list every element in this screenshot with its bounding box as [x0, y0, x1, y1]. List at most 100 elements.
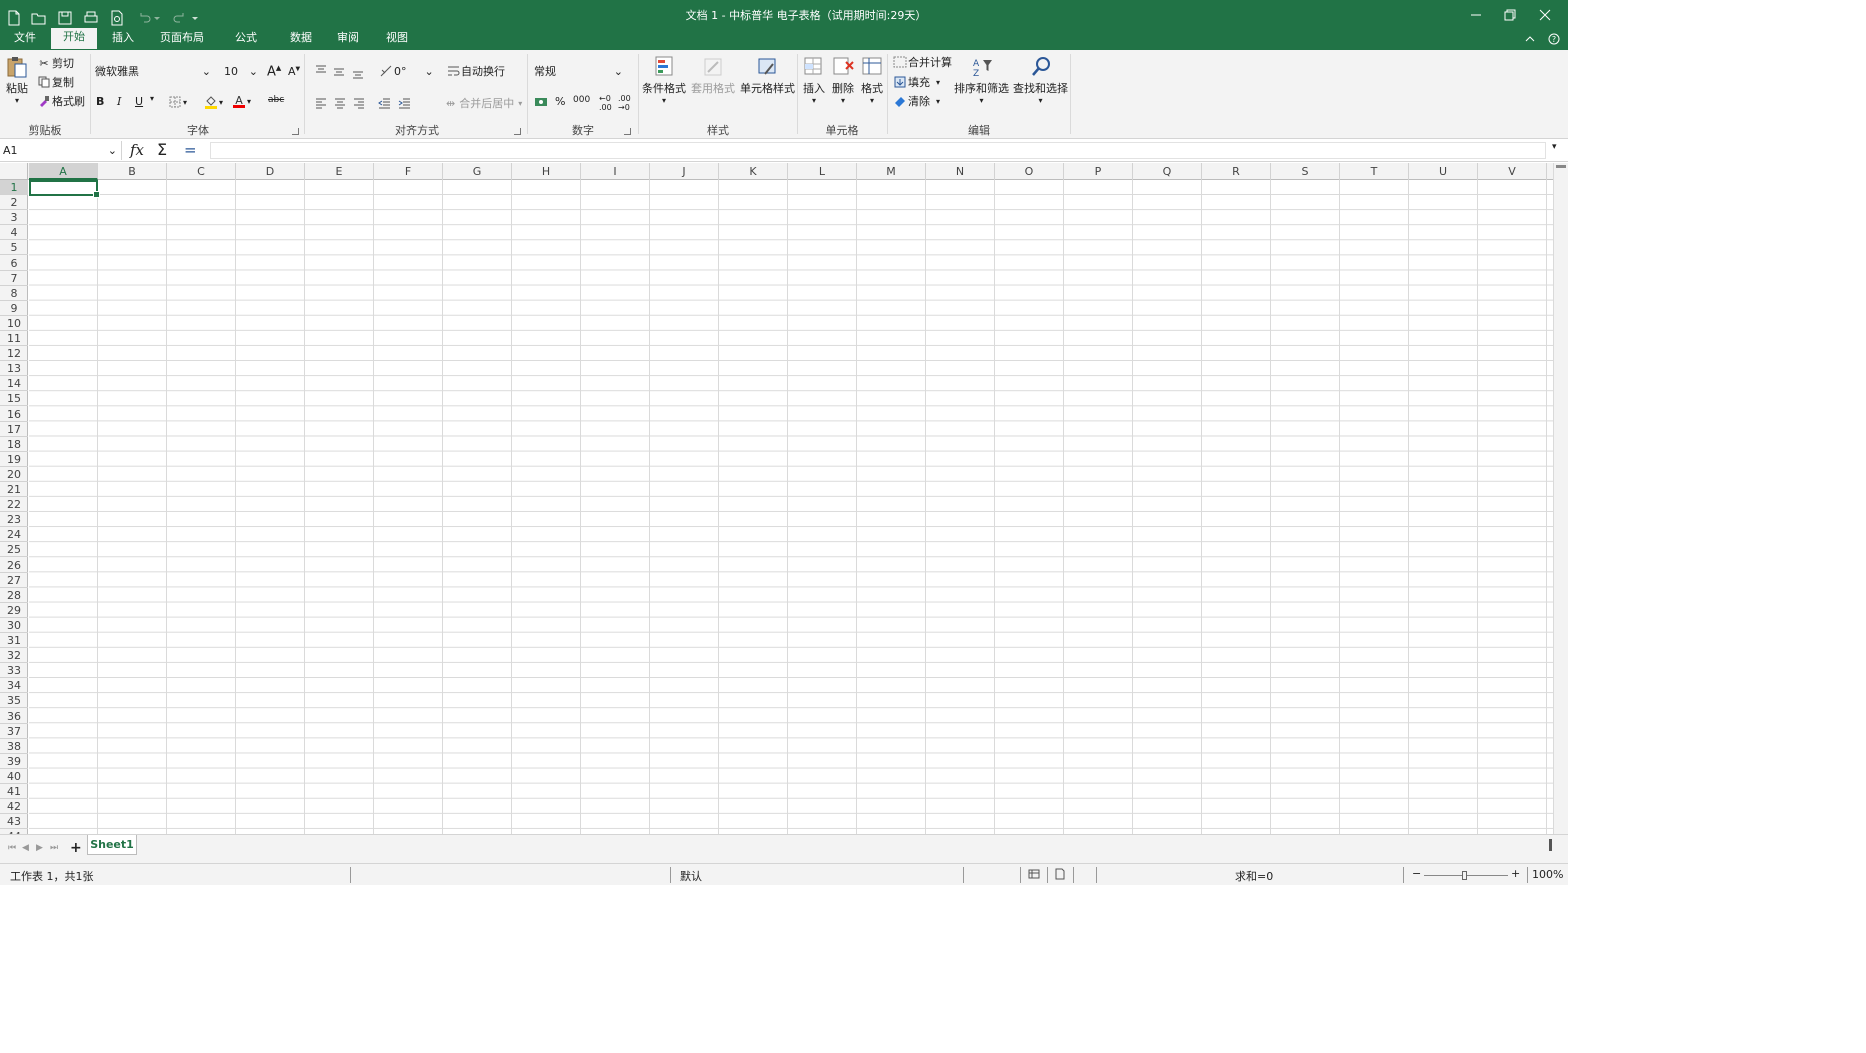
column-header-o[interactable]: O	[995, 163, 1064, 180]
tab-formulas[interactable]: 公式	[229, 30, 263, 50]
column-header-n[interactable]: N	[926, 163, 995, 180]
thousands-separator-button[interactable]: 000	[573, 95, 590, 105]
row-header-10[interactable]: 10	[0, 316, 28, 331]
tab-insert[interactable]: 插入	[106, 30, 140, 50]
row-header-38[interactable]: 38	[0, 739, 28, 754]
currency-button[interactable]	[533, 94, 549, 110]
borders-button[interactable]: ▾	[167, 94, 187, 110]
column-header-f[interactable]: F	[374, 163, 443, 180]
align-left-button[interactable]	[313, 95, 329, 111]
row-header-5[interactable]: 5	[0, 240, 28, 256]
row-header-34[interactable]: 34	[0, 678, 28, 694]
first-sheet-icon[interactable]: ⏮	[8, 843, 16, 853]
column-header-i[interactable]: I	[581, 163, 650, 180]
fill-color-button[interactable]: ▾	[203, 94, 223, 110]
wrap-text-button[interactable]: 自动换行	[445, 63, 505, 79]
column-header-e[interactable]: E	[305, 163, 374, 180]
increase-decimal-button[interactable]: ←0.00	[599, 94, 612, 112]
row-header-16[interactable]: 16	[0, 407, 28, 422]
row-header-22[interactable]: 22	[0, 497, 28, 513]
decrease-indent-button[interactable]	[376, 95, 392, 111]
row-header-9[interactable]: 9	[0, 301, 28, 316]
column-header-s[interactable]: S	[1271, 163, 1340, 180]
insert-cells-button[interactable]: 插入 ▾	[801, 54, 827, 105]
minimize-icon[interactable]	[1466, 6, 1486, 24]
percent-button[interactable]: %	[555, 95, 565, 108]
cell-style-button[interactable]: 单元格样式	[740, 54, 795, 96]
column-header-g[interactable]: G	[443, 163, 512, 180]
autosum-button[interactable]: Σ	[157, 140, 167, 159]
fill-button[interactable]: 填充 ▾	[892, 74, 940, 90]
cell-area[interactable]	[29, 180, 1553, 834]
row-header-8[interactable]: 8	[0, 286, 28, 301]
row-header-19[interactable]: 19	[0, 452, 28, 467]
copy-button[interactable]: 复制	[36, 74, 74, 90]
row-header-35[interactable]: 35	[0, 693, 28, 709]
row-header-25[interactable]: 25	[0, 542, 28, 558]
row-header-42[interactable]: 42	[0, 799, 28, 815]
increase-indent-button[interactable]	[396, 95, 412, 111]
row-header-23[interactable]: 23	[0, 512, 28, 528]
vertical-scrollbar[interactable]	[1553, 163, 1568, 834]
orientation-button[interactable]: 0° ⌄	[378, 63, 434, 79]
tab-view[interactable]: 视图	[380, 30, 414, 50]
paste-button[interactable]: 粘贴 ▾	[4, 54, 30, 105]
font-size-select[interactable]: 10 ⌄	[220, 62, 262, 80]
align-top-button[interactable]	[313, 63, 329, 79]
zoom-level-text[interactable]: 100%	[1532, 868, 1563, 881]
insert-function-button[interactable]: fx	[130, 141, 144, 159]
normal-view-icon[interactable]	[1028, 868, 1040, 880]
formula-input[interactable]	[210, 142, 1546, 159]
row-header-7[interactable]: 7	[0, 271, 28, 286]
zoom-in-icon[interactable]: +	[1511, 867, 1520, 880]
row-header-32[interactable]: 32	[0, 648, 28, 664]
column-header-l[interactable]: L	[788, 163, 857, 180]
active-cell[interactable]	[29, 180, 100, 198]
column-header-u[interactable]: U	[1409, 163, 1478, 180]
decrease-font-button[interactable]: A▼	[288, 65, 300, 78]
column-header-a[interactable]: A	[29, 163, 98, 180]
column-header-b[interactable]: B	[98, 163, 167, 180]
tab-home[interactable]: 开始	[51, 28, 97, 49]
column-header-q[interactable]: Q	[1133, 163, 1202, 180]
row-header-18[interactable]: 18	[0, 437, 28, 452]
row-header-33[interactable]: 33	[0, 663, 28, 679]
row-header-21[interactable]: 21	[0, 482, 28, 497]
split-handle-icon[interactable]	[1556, 165, 1566, 168]
column-header-r[interactable]: R	[1202, 163, 1271, 180]
font-color-button[interactable]: A ▾	[231, 93, 251, 109]
row-header-2[interactable]: 2	[0, 195, 28, 211]
row-header-15[interactable]: 15	[0, 391, 28, 407]
row-header-37[interactable]: 37	[0, 724, 28, 739]
conditional-format-button[interactable]: 条件格式 ▾	[642, 54, 686, 105]
row-header-13[interactable]: 13	[0, 361, 28, 377]
align-middle-button[interactable]	[331, 64, 347, 80]
number-dialog-launcher-icon[interactable]	[624, 128, 631, 135]
sheet-tab[interactable]: Sheet1	[87, 835, 137, 855]
tab-data[interactable]: 数据	[284, 30, 318, 50]
last-sheet-icon[interactable]: ⏭	[50, 843, 58, 853]
row-header-41[interactable]: 41	[0, 784, 28, 799]
row-header-1[interactable]: 1	[0, 180, 28, 195]
row-header-43[interactable]: 43	[0, 814, 28, 830]
bold-button[interactable]: B	[96, 95, 104, 108]
tab-file[interactable]: 文件	[8, 30, 42, 50]
column-header-m[interactable]: M	[857, 163, 926, 180]
alignment-dialog-launcher-icon[interactable]	[514, 128, 521, 135]
row-header-17[interactable]: 17	[0, 422, 28, 437]
row-header-20[interactable]: 20	[0, 467, 28, 482]
column-header-j[interactable]: J	[650, 163, 719, 180]
column-header-h[interactable]: H	[512, 163, 581, 180]
row-header-31[interactable]: 31	[0, 633, 28, 648]
tab-page-layout[interactable]: 页面布局	[154, 30, 210, 50]
name-box[interactable]: A1 ⌄	[0, 141, 122, 160]
row-header-12[interactable]: 12	[0, 346, 28, 362]
row-header-11[interactable]: 11	[0, 331, 28, 346]
cut-button[interactable]: ✂ 剪切	[36, 55, 74, 71]
restore-icon[interactable]	[1500, 6, 1520, 24]
prev-sheet-icon[interactable]: ◀	[22, 843, 29, 853]
align-bottom-button[interactable]	[350, 65, 366, 81]
help-icon[interactable]: ?	[1544, 30, 1564, 48]
next-sheet-icon[interactable]: ▶	[36, 843, 43, 853]
row-header-14[interactable]: 14	[0, 376, 28, 392]
